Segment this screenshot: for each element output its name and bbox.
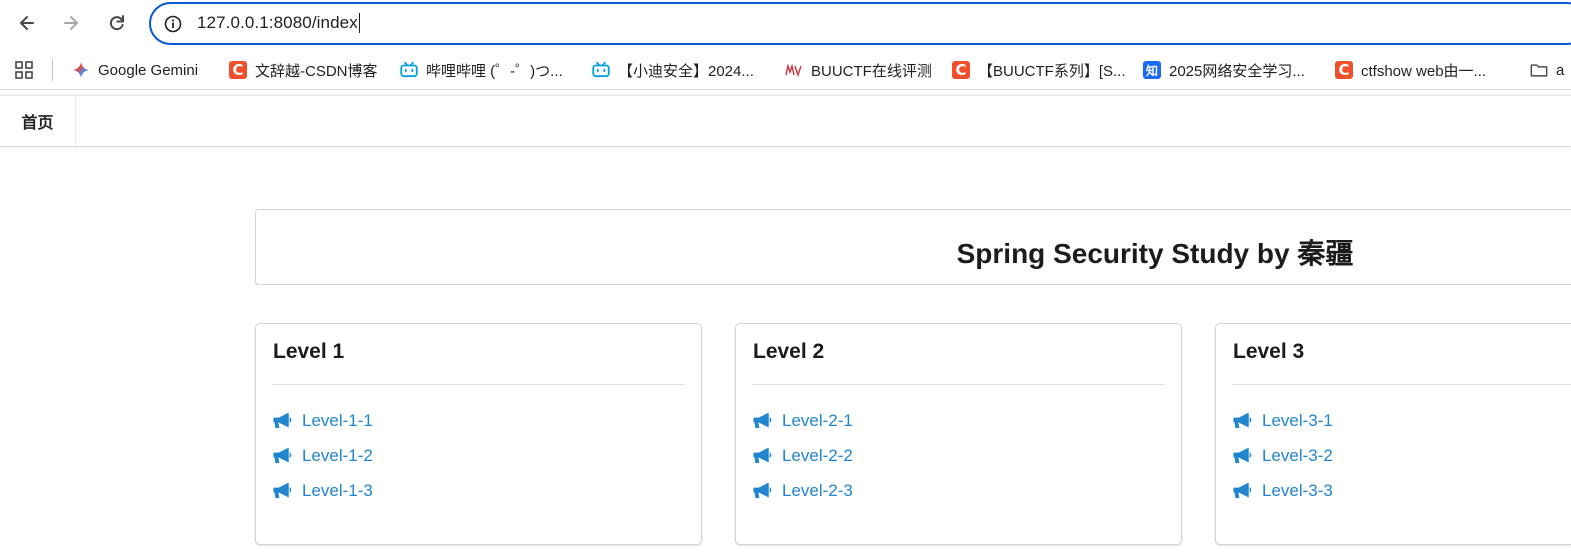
bullhorn-icon xyxy=(753,412,772,429)
link-level-2-1[interactable]: Level-2-1 xyxy=(753,409,853,433)
forward-button[interactable] xyxy=(56,8,86,38)
site-menu: 首页 xyxy=(0,95,1571,147)
reload-icon xyxy=(109,15,124,31)
link-label: Level-1-2 xyxy=(302,446,373,465)
link-label: Level-2-2 xyxy=(782,446,853,465)
bookmark-label: Google Gemini xyxy=(98,61,199,79)
bookmark-buuctf-series[interactable]: C 【BUUCTF系列】[S... xyxy=(952,58,1126,82)
level-title: Level 1 xyxy=(273,340,345,363)
bookmark-label: 【小迪安全】2024... xyxy=(618,62,754,80)
zhihu-icon: 知 xyxy=(1143,61,1161,79)
link-label: Level-3-2 xyxy=(1262,446,1333,465)
menu-item-home[interactable]: 首页 xyxy=(0,96,76,146)
bookmark-label: 2025网络安全学习... xyxy=(1169,62,1305,80)
bookmark-label: 哔哩哔哩 (゜-゜)つ... xyxy=(426,62,563,80)
browser-toolbar: 127.0.0.1:8080/index xyxy=(0,0,1571,50)
apps-grid-icon[interactable] xyxy=(14,60,34,80)
bookmark-label: BUUCTF在线评测 xyxy=(811,62,932,80)
link-level-3-3[interactable]: Level-3-3 xyxy=(1233,479,1333,503)
link-label: Level-3-3 xyxy=(1262,481,1333,500)
url-text[interactable]: 127.0.0.1:8080/index xyxy=(197,13,360,33)
folder-icon xyxy=(1530,61,1548,79)
bullhorn-icon xyxy=(1233,447,1252,464)
gemini-icon xyxy=(72,61,90,79)
bookmark-google-gemini[interactable]: Google Gemini xyxy=(72,58,198,82)
bullhorn-icon xyxy=(273,482,292,499)
level-2-card: Level 2 Level-2-1 Level-2-2 Level-2-3 xyxy=(735,323,1182,545)
link-level-1-2[interactable]: Level-1-2 xyxy=(273,444,373,468)
bullhorn-icon xyxy=(273,412,292,429)
bookmarks-bar: Google Gemini C 文辞越-CSDN博客 哔哩哔哩 (゜-゜)つ..… xyxy=(0,50,1571,90)
link-level-2-2[interactable]: Level-2-2 xyxy=(753,444,853,468)
csdn-icon: C xyxy=(229,61,247,79)
link-label: Level-2-1 xyxy=(782,411,853,430)
site-info-icon[interactable] xyxy=(163,14,183,34)
bookmark-label: 文辞越-CSDN博客 xyxy=(255,62,378,80)
link-level-1-1[interactable]: Level-1-1 xyxy=(273,409,373,433)
bookmark-zhihu[interactable]: 知 2025网络安全学习... xyxy=(1143,58,1305,82)
title-card: Spring Security Study by 秦疆 xyxy=(255,209,1571,285)
link-label: Level-2-3 xyxy=(782,481,853,500)
link-label: Level-1-3 xyxy=(302,481,373,500)
page-title: Spring Security Study by 秦疆 xyxy=(956,238,1354,269)
bookmark-csdn-blog[interactable]: C 文辞越-CSDN博客 xyxy=(229,58,378,82)
link-level-1-3[interactable]: Level-1-3 xyxy=(273,479,373,503)
address-bar[interactable]: 127.0.0.1:8080/index xyxy=(149,2,1571,45)
bullhorn-icon xyxy=(753,482,772,499)
divider xyxy=(273,384,684,385)
bookmark-xiaodi-security[interactable]: 【小迪安全】2024... xyxy=(592,58,754,82)
bookmark-label: 【BUUCTF系列】[S... xyxy=(978,62,1126,80)
level-title: Level 2 xyxy=(753,340,825,363)
level-title: Level 3 xyxy=(1233,340,1305,363)
level-1-card: Level 1 Level-1-1 Level-1-2 Level-1-3 xyxy=(255,323,702,545)
bullhorn-icon xyxy=(1233,482,1252,499)
divider xyxy=(753,384,1164,385)
bullhorn-icon xyxy=(273,447,292,464)
divider xyxy=(1233,384,1571,385)
title-card-viewport: Spring Security Study by 秦疆 xyxy=(255,209,1571,285)
bookmark-buuctf[interactable]: BUUCTF在线评测 xyxy=(785,58,932,82)
text-caret xyxy=(358,13,360,33)
bullhorn-icon xyxy=(753,447,772,464)
arrow-left-icon xyxy=(20,16,34,30)
link-level-3-1[interactable]: Level-3-1 xyxy=(1233,409,1333,433)
csdn-icon: C xyxy=(952,61,970,79)
bilibili-icon xyxy=(400,61,418,79)
bookmark-bilibili[interactable]: 哔哩哔哩 (゜-゜)つ... xyxy=(400,58,563,82)
bookmark-label: ctfshow web由一... xyxy=(1361,62,1487,80)
reload-button[interactable] xyxy=(102,8,132,38)
arrow-right-icon xyxy=(64,16,78,30)
bullhorn-icon xyxy=(1233,412,1252,429)
bookmark-ctfshow[interactable]: C ctfshow web由一... xyxy=(1335,58,1486,82)
bilibili-icon xyxy=(592,61,610,79)
bookmark-label: a xyxy=(1556,61,1565,79)
link-level-2-3[interactable]: Level-2-3 xyxy=(753,479,853,503)
level-3-card: Level 3 Level-3-1 Level-3-2 Level-3-3 xyxy=(1215,323,1571,545)
back-button[interactable] xyxy=(12,8,42,38)
csdn-icon: C xyxy=(1335,61,1353,79)
url-value: 127.0.0.1:8080/index xyxy=(197,13,358,32)
bookmarks-separator xyxy=(52,59,53,81)
link-level-3-2[interactable]: Level-3-2 xyxy=(1233,444,1333,468)
link-label: Level-3-1 xyxy=(1262,411,1333,430)
buuctf-icon xyxy=(785,61,803,79)
link-label: Level-1-1 xyxy=(302,411,373,430)
bookmark-folder[interactable]: a xyxy=(1530,58,1564,82)
